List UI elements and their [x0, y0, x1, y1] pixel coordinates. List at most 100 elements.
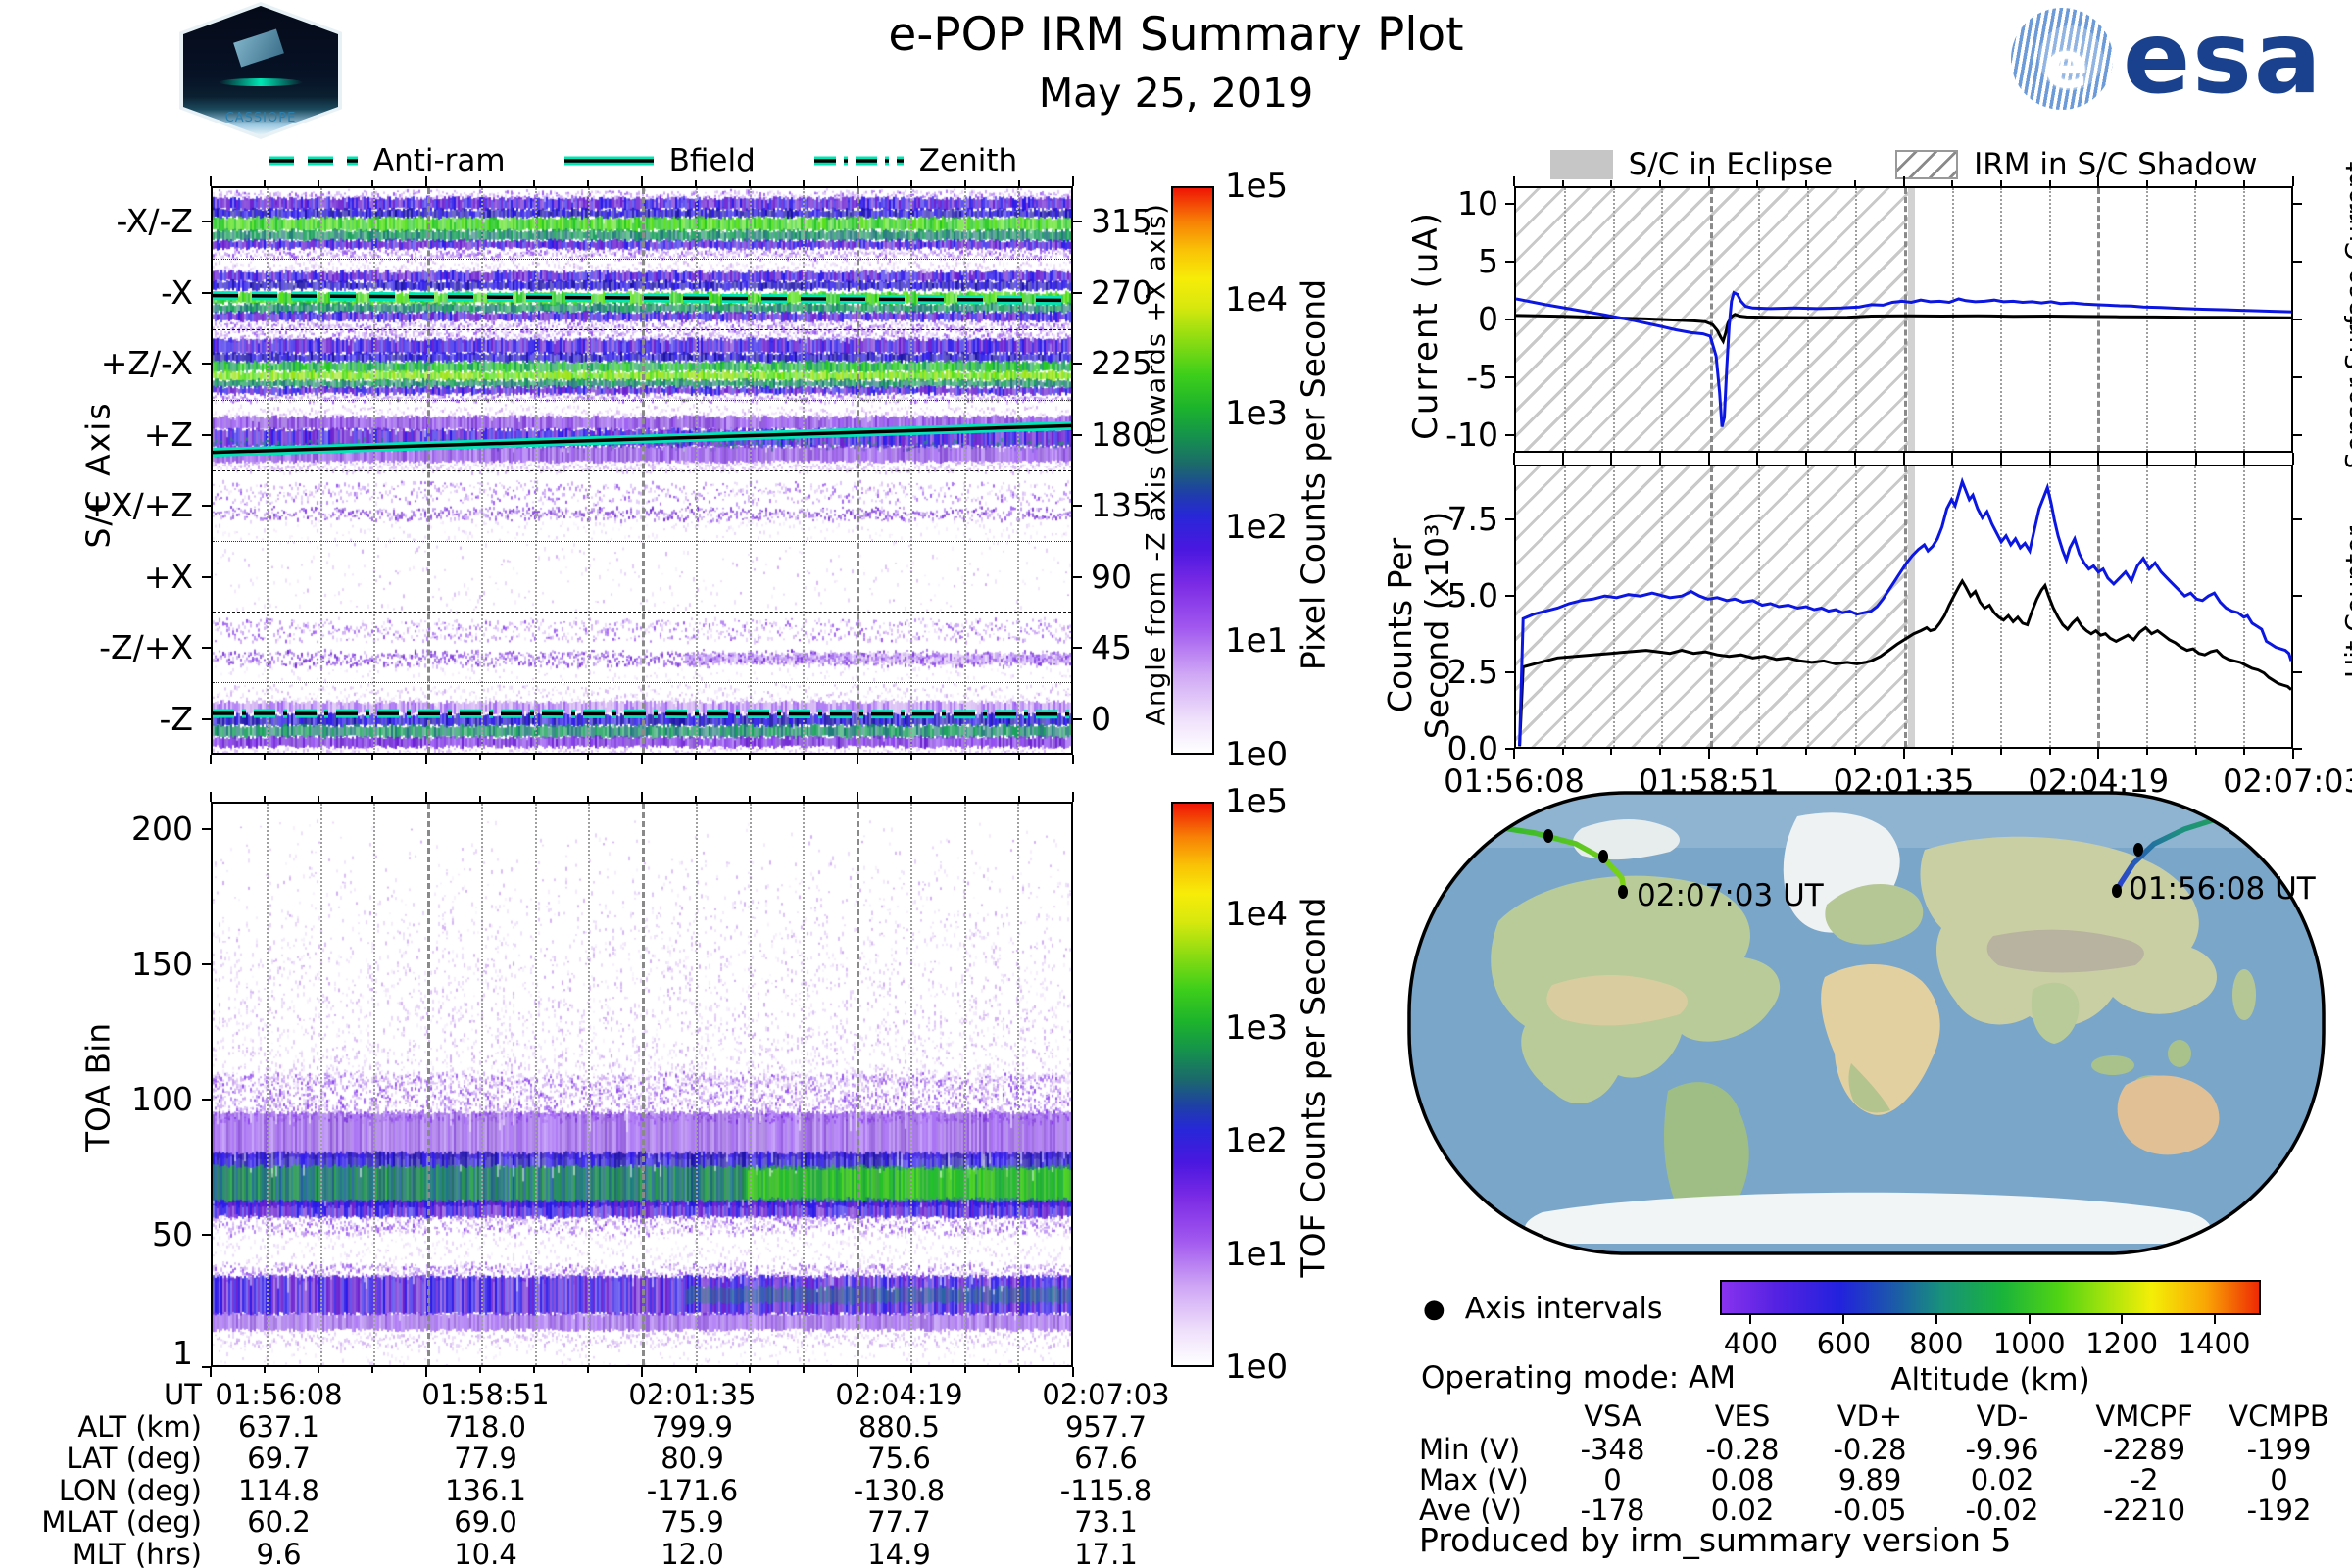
ephemeris-value: 77.9: [382, 1442, 589, 1475]
ephemeris-row-values: 9.610.412.014.917.1: [175, 1538, 1209, 1568]
y-tick: [2293, 434, 2302, 436]
ephemeris-value: 10.4: [382, 1538, 589, 1568]
ephemeris-value: 136.1: [382, 1474, 589, 1507]
tof-colorbar-tick: 1e4: [1225, 895, 1288, 934]
shadow-legend-item: IRM in S/C Shadow: [1895, 147, 2257, 182]
voltage-value: 9.89: [1806, 1463, 1934, 1496]
x-tick: [641, 755, 643, 764]
y-tick: [202, 1234, 211, 1236]
x-tick: [910, 755, 912, 760]
voltage-table-row: Min (V)-348-0.28-0.28-9.96-2289-199: [1419, 1433, 2340, 1466]
voltage-column-header: VSA: [1546, 1399, 1679, 1433]
esa-wordmark: esa: [2123, 14, 2324, 104]
voltage-header-spacer: [1419, 1399, 1546, 1433]
voltage-value: -9.96: [1934, 1433, 2071, 1466]
x-tick: [749, 755, 751, 760]
x-tick: [1018, 755, 1020, 760]
gridline-vertical: [481, 804, 483, 1365]
ephemeris-value: 73.1: [1003, 1505, 1209, 1539]
y-tick: [202, 363, 211, 365]
ephemeris-value: 718.0: [382, 1410, 589, 1444]
y-tick: [1073, 576, 1082, 578]
x-tick: [1659, 749, 1661, 755]
ephemeris-value: 69.7: [175, 1442, 382, 1475]
world-map: 02:07:03 UT 01:56:08 UT: [1405, 789, 2328, 1257]
alt-tick: [2214, 1315, 2216, 1324]
esa-logo: e esa: [2011, 8, 2324, 110]
x-tick: [210, 792, 212, 802]
ephemeris-value: 12.0: [589, 1538, 796, 1568]
x-tick: [1513, 453, 1515, 463]
x-tick: [1610, 749, 1612, 755]
angle-axis-label: Angle from -Z axis (towards +X axis): [1142, 217, 1172, 726]
x-tick: [2000, 453, 2002, 459]
x-tick: [2195, 749, 2197, 755]
x-tick: [371, 755, 373, 760]
ephemeris-row-values: 114.8136.1-171.6-130.8-115.8: [175, 1474, 1209, 1507]
ephemeris-row-values: 69.777.980.975.667.6: [175, 1442, 1209, 1475]
y-tick: [202, 963, 211, 965]
x-tick: [1708, 749, 1710, 759]
shadow-swatch: [1895, 150, 1958, 179]
map-japan: [2232, 969, 2256, 1020]
y-tick: [1505, 203, 1514, 205]
counter-rates-series: [1516, 466, 2291, 747]
gridline-vertical: [535, 804, 537, 1365]
y-tick: [202, 505, 211, 507]
y-tick: [2293, 261, 2302, 263]
pixel-colorbar-tick: 1e5: [1225, 167, 1288, 206]
voltage-value: -0.28: [1806, 1433, 1934, 1466]
gridline-vertical: [267, 804, 269, 1365]
gridline-vertical: [910, 804, 912, 1365]
x-tick: [1951, 453, 1953, 459]
page-date: May 25, 2019: [588, 70, 1764, 117]
x-tick: [425, 1367, 427, 1377]
bfield-line-sample: [563, 150, 656, 172]
ephemeris-value: -171.6: [589, 1474, 796, 1507]
ephemeris-value: 637.1: [175, 1410, 382, 1444]
x-tick: [803, 755, 805, 760]
voltage-table-row: Max (V)00.089.890.02-20: [1419, 1463, 2340, 1496]
series-sensor-surface-current: [1516, 315, 2291, 341]
x-tick: [2292, 749, 2294, 759]
x-tick: [533, 755, 535, 760]
eclipse-swatch: [1550, 150, 1613, 179]
gridline-vertical: [857, 804, 859, 1365]
gridline-vertical: [803, 804, 805, 1365]
y-tick: [2293, 671, 2302, 673]
direction-legend-item-bfield: Bfield: [563, 143, 756, 178]
gridline-vertical: [427, 804, 430, 1365]
y-tick: [202, 292, 211, 294]
direction-legend-label: Anti-ram: [373, 143, 506, 178]
direction-legend-label: Zenith: [919, 143, 1017, 178]
x-tick: [1756, 749, 1758, 755]
voltage-value: -2: [2071, 1463, 2218, 1496]
ephemeris-value: 14.9: [796, 1538, 1003, 1568]
axis-interval-dot-icon: ●: [1423, 1295, 1446, 1324]
ephemeris-value: 75.9: [589, 1505, 796, 1539]
x-tick: [2195, 453, 2197, 459]
axis-interval-dot: [2133, 843, 2143, 857]
y-tick: [2293, 203, 2302, 205]
y-tick: [202, 1099, 211, 1101]
voltage-value: -199: [2218, 1433, 2340, 1466]
voltage-table: VSAVESVD+VD-VMCPFVCMPBMin (V)-348-0.28-0…: [1419, 1399, 2340, 1522]
ephemeris-row-values: 01:56:0801:58:5102:01:3502:04:1902:07:03: [175, 1378, 1209, 1411]
anti-ram-line-sample: [267, 150, 360, 172]
altitude-colorbar-ticks: 400600800100012001400: [1720, 1315, 2261, 1354]
overlay-bfield: [213, 425, 1071, 452]
ephemeris-value: 02:04:19: [796, 1378, 1003, 1411]
overlay-zenith: [213, 713, 1071, 714]
cassiope-patch: CASSIOPE: [179, 2, 342, 139]
ephemeris-table: UT01:56:0801:58:5102:01:3502:04:1902:07:…: [27, 1378, 1203, 1568]
sc-axis-row-label: -Z/+X: [36, 628, 193, 666]
tof-colorbar: [1171, 802, 1214, 1367]
x-tick: [1513, 455, 1515, 465]
ephemeris-value: 60.2: [175, 1505, 382, 1539]
pixel-colorbar-label: Pixel Counts per Second: [1295, 270, 1333, 681]
x-tick: [2243, 749, 2245, 755]
x-tick: [1854, 453, 1856, 459]
voltage-value: -348: [1546, 1433, 1679, 1466]
voltage-value: -192: [2218, 1494, 2340, 1527]
ephemeris-value: -130.8: [796, 1474, 1003, 1507]
